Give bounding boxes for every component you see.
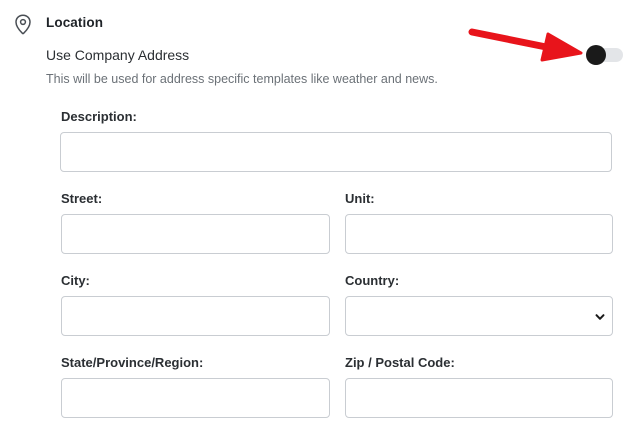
city-label: City: <box>61 273 90 288</box>
use-company-address-help: This will be used for address specific t… <box>46 72 438 86</box>
chevron-down-icon <box>595 314 605 320</box>
section-title: Location <box>46 15 104 30</box>
description-label: Description: <box>61 109 137 124</box>
description-input[interactable] <box>60 132 612 172</box>
country-select[interactable] <box>345 296 613 336</box>
use-company-address-label: Use Company Address <box>46 47 190 63</box>
street-input[interactable] <box>61 214 330 254</box>
red-arrow-icon <box>468 28 583 62</box>
street-label: Street: <box>61 191 103 206</box>
unit-label: Unit: <box>345 191 375 206</box>
zip-label: Zip / Postal Code: <box>345 355 455 370</box>
country-label: Country: <box>345 273 400 288</box>
toggle-knob <box>586 45 606 65</box>
use-company-address-toggle[interactable] <box>586 45 624 65</box>
city-input[interactable] <box>61 296 330 336</box>
state-input[interactable] <box>61 378 330 418</box>
unit-input[interactable] <box>345 214 613 254</box>
state-label: State/Province/Region: <box>61 355 204 370</box>
zip-input[interactable] <box>345 378 613 418</box>
map-pin-icon <box>15 14 31 35</box>
